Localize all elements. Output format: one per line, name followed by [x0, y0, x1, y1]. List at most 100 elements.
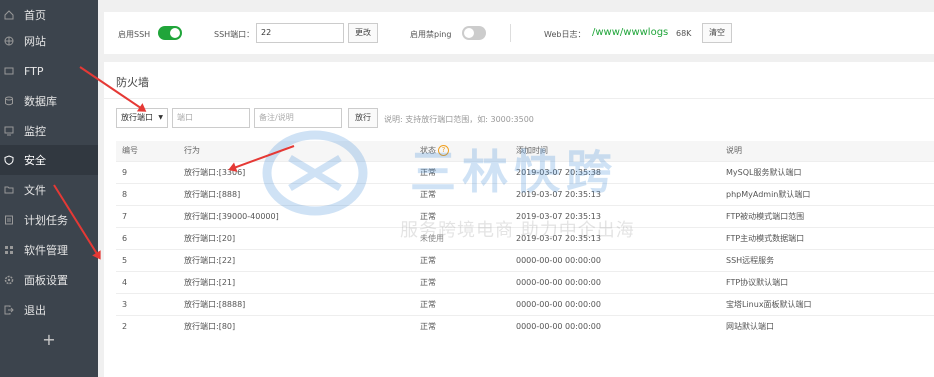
column-header: 状态?: [420, 141, 449, 161]
settings-icon: [3, 274, 15, 286]
sidebar-item-label: 计划任务: [24, 214, 68, 227]
row-id: 5: [122, 256, 128, 265]
sidebar-item-label: FTP: [24, 64, 44, 78]
toggle-knob: [170, 28, 180, 38]
column-header: 行为: [184, 146, 200, 155]
row-status[interactable]: 正常: [420, 162, 436, 184]
row-action: 放行端口:[39000-40000]: [184, 212, 279, 221]
ssh-port-input[interactable]: 22: [256, 23, 344, 43]
toggle-knob: [464, 28, 474, 38]
monitor-icon: [3, 125, 15, 137]
main-content: 启用SSH SSH端口： 22 更改 启用禁ping Web日志： /www/w…: [98, 0, 934, 377]
sidebar-item-label: 退出: [24, 304, 46, 317]
port-input[interactable]: 端口: [172, 108, 250, 128]
row-status[interactable]: 正常: [420, 272, 436, 294]
table-row: 4 放行端口:[21] 正常 0000-00-00 00:00:00 FTP协议…: [116, 271, 934, 294]
database-icon: [3, 95, 15, 107]
row-id: 2: [122, 322, 128, 331]
table-row: 2 放行端口:[80] 正常 0000-00-00 00:00:00 网站默认端…: [116, 315, 934, 338]
row-status[interactable]: 正常: [420, 316, 436, 338]
row-note: 宝塔Linux面板默认端口: [726, 300, 812, 309]
table-row: 6 放行端口:[20] 未使用 2019-03-07 20:35:13 FTP主…: [116, 227, 934, 250]
logout-icon: [3, 304, 15, 316]
sidebar-item-label: 软件管理: [24, 244, 68, 257]
firewall-panel: 防火墙 放行端口 ▼ 端口 备注/说明 放行 说明: 支持放行端口范围，如: 3…: [104, 62, 934, 377]
weblog-size: 68K: [676, 29, 692, 38]
row-status[interactable]: 未使用: [420, 228, 444, 250]
change-port-button[interactable]: 更改: [348, 23, 378, 43]
clear-log-button[interactable]: 清空: [702, 23, 732, 43]
column-header: 添加时间: [516, 146, 548, 155]
row-note: phpMyAdmin默认端口: [726, 190, 811, 199]
table-row: 8 放行端口:[888] 正常 2019-03-07 20:35:13 phpM…: [116, 183, 934, 206]
row-id: 7: [122, 212, 128, 221]
row-id: 3: [122, 300, 128, 309]
shield-icon: [3, 154, 15, 166]
sidebar-item-monitor[interactable]: 监控: [0, 116, 98, 146]
apps-icon: [3, 244, 15, 256]
action-select-value: 放行端口: [121, 113, 153, 122]
sidebar-item-panel-settings[interactable]: 面板设置: [0, 265, 98, 295]
sidebar-item-label: 安全: [24, 154, 46, 167]
sidebar-item-label: 数据库: [24, 95, 57, 108]
row-action: 放行端口:[21]: [184, 278, 236, 287]
caret-down-icon: ▼: [158, 114, 163, 121]
column-header: 编号: [122, 146, 138, 155]
row-action: 放行端口:[22]: [184, 256, 236, 265]
column-header: 说明: [726, 146, 742, 155]
globe-icon: [3, 35, 15, 47]
column-header-label: 状态: [420, 146, 436, 155]
row-action: 放行端口:[80]: [184, 322, 236, 331]
folder-icon: [3, 184, 15, 196]
row-time: 2019-03-07 20:35:13: [516, 234, 601, 243]
row-time: 0000-00-00 00:00:00: [516, 300, 601, 309]
add-button[interactable]: +: [0, 327, 98, 353]
help-icon[interactable]: ?: [438, 145, 449, 156]
home-icon: [3, 9, 15, 21]
ftp-icon: [3, 65, 15, 77]
ssh-toggle[interactable]: [158, 26, 182, 40]
sidebar-item-label: 网站: [24, 35, 46, 48]
row-time: 2019-03-07 20:35:13: [516, 212, 601, 221]
row-note: FTP协议默认端口: [726, 278, 789, 287]
row-status[interactable]: 正常: [420, 184, 436, 206]
table-row: 7 放行端口:[39000-40000] 正常 2019-03-07 20:35…: [116, 205, 934, 228]
ssh-label: 启用SSH: [118, 30, 151, 39]
allow-port-button[interactable]: 放行: [348, 108, 378, 128]
ping-label: 启用禁ping: [410, 30, 452, 39]
table-row: 5 放行端口:[22] 正常 0000-00-00 00:00:00 SSH远程…: [116, 249, 934, 272]
ssh-settings-panel: 启用SSH SSH端口： 22 更改 启用禁ping Web日志： /www/w…: [104, 12, 934, 54]
sidebar-item-website[interactable]: 网站: [0, 26, 98, 56]
sidebar-item-label: 监控: [24, 125, 46, 138]
row-status[interactable]: 正常: [420, 250, 436, 272]
table-row: 3 放行端口:[8888] 正常 0000-00-00 00:00:00 宝塔L…: [116, 293, 934, 316]
row-id: 8: [122, 190, 128, 199]
row-time: 2019-03-07 20:35:13: [516, 190, 601, 199]
row-status[interactable]: 正常: [420, 206, 436, 228]
row-status[interactable]: 正常: [420, 294, 436, 316]
port-range-hint: 说明: 支持放行端口范围，如: 3000:3500: [384, 115, 534, 124]
sidebar-item-label: 面板设置: [24, 274, 68, 287]
sidebar-item-label: 首页: [24, 9, 46, 22]
table-header: 编号 行为 状态? 添加时间 说明: [116, 141, 934, 161]
row-action: 放行端口:[8888]: [184, 300, 246, 309]
sidebar-item-security[interactable]: 安全: [0, 145, 98, 175]
note-input[interactable]: 备注/说明: [254, 108, 342, 128]
row-action: 放行端口:[20]: [184, 234, 236, 243]
sidebar-item-software[interactable]: 软件管理: [0, 235, 98, 265]
divider: [510, 24, 511, 42]
row-note: FTP被动模式端口范围: [726, 212, 805, 221]
ssh-port-label: SSH端口：: [214, 30, 255, 39]
ping-toggle[interactable]: [462, 26, 486, 40]
row-time: 0000-00-00 00:00:00: [516, 278, 601, 287]
task-icon: [3, 214, 15, 226]
row-id: 9: [122, 168, 128, 177]
sidebar-item-files[interactable]: 文件: [0, 175, 98, 205]
row-id: 6: [122, 234, 128, 243]
row-time: 2019-03-07 20:35:38: [516, 168, 601, 177]
sidebar-item-database[interactable]: 数据库: [0, 86, 98, 116]
sidebar-item-logout[interactable]: 退出: [0, 295, 98, 325]
firewall-title: 防火墙: [116, 76, 149, 89]
row-note: FTP主动模式数据端口: [726, 234, 805, 243]
divider: [104, 98, 934, 99]
